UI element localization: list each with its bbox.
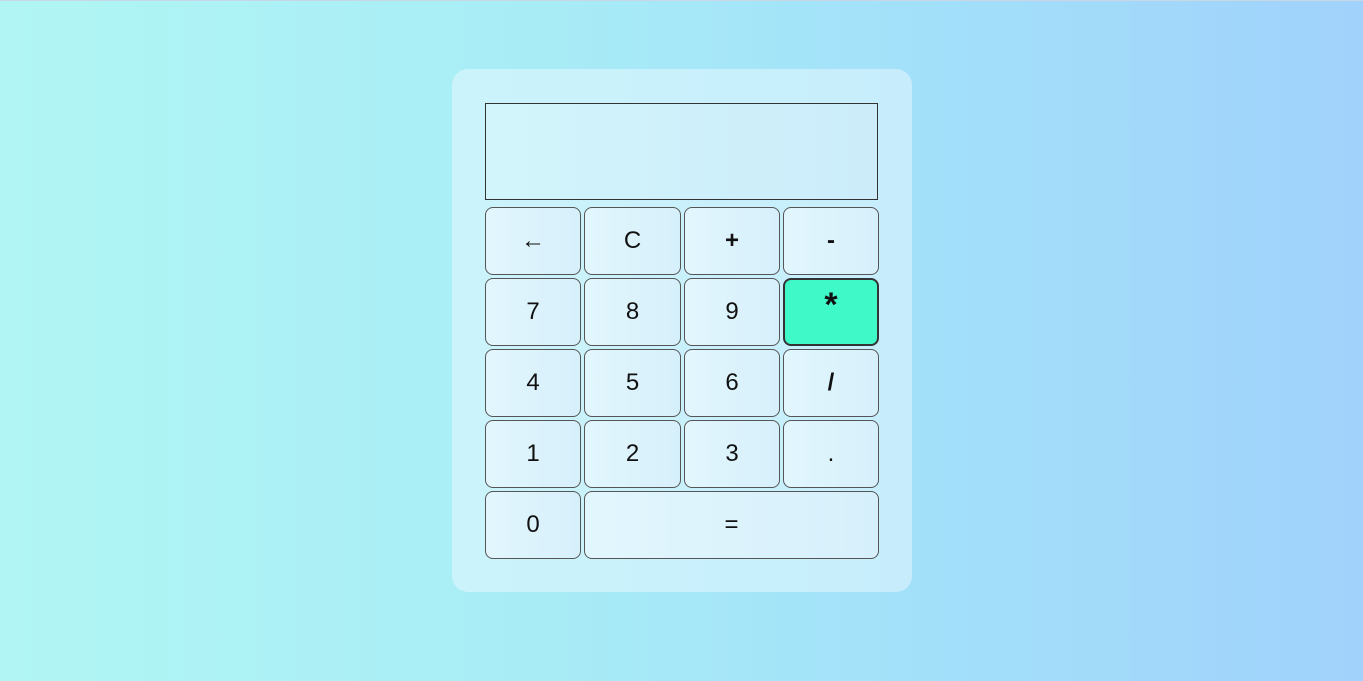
- seven-button[interactable]: 7: [485, 278, 581, 346]
- six-button[interactable]: 6: [684, 349, 780, 417]
- one-button[interactable]: 1: [485, 420, 581, 488]
- three-button[interactable]: 3: [684, 420, 780, 488]
- two-button[interactable]: 2: [584, 420, 681, 488]
- zero-button[interactable]: 0: [485, 491, 581, 559]
- calculator-display: [485, 103, 878, 200]
- clear-button[interactable]: C: [584, 207, 681, 275]
- five-button[interactable]: 5: [584, 349, 681, 417]
- backspace-button[interactable]: ←: [485, 207, 581, 275]
- plus-button[interactable]: +: [684, 207, 780, 275]
- divide-button[interactable]: /: [783, 349, 879, 417]
- nine-button[interactable]: 9: [684, 278, 780, 346]
- equals-button[interactable]: =: [584, 491, 879, 559]
- eight-button[interactable]: 8: [584, 278, 681, 346]
- top-border: [0, 0, 1363, 1]
- four-button[interactable]: 4: [485, 349, 581, 417]
- calculator-panel: ← C + - 7 8 9 * 4 5 6 / 1 2 3 . 0 =: [452, 69, 912, 592]
- multiply-button[interactable]: *: [783, 278, 879, 346]
- decimal-button[interactable]: .: [783, 420, 879, 488]
- minus-button[interactable]: -: [783, 207, 879, 275]
